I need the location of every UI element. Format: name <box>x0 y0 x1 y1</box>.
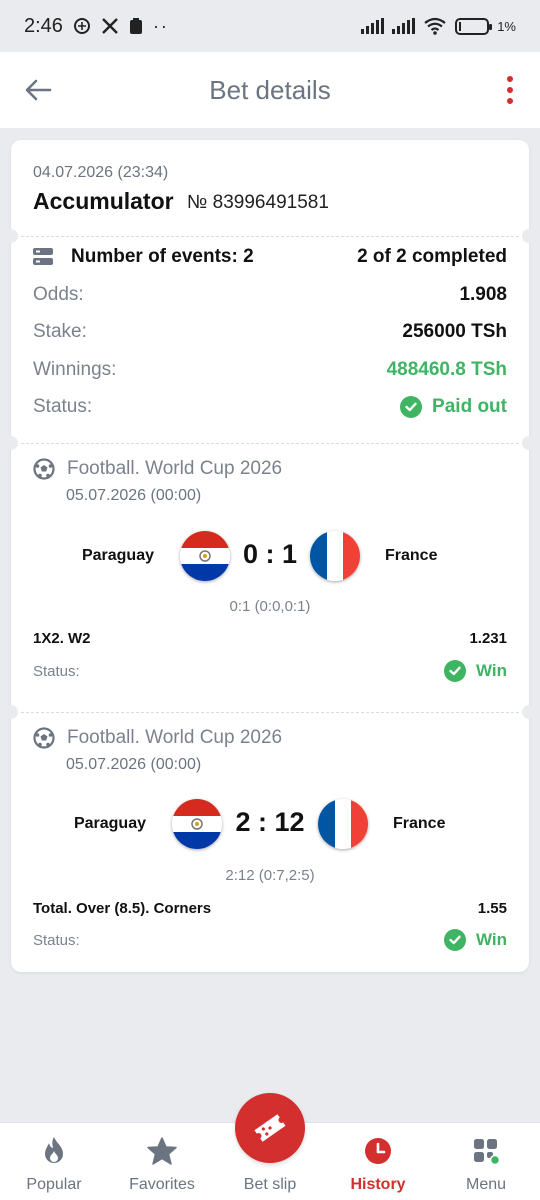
app-header: Bet details <box>0 52 540 128</box>
more-options-icon[interactable] <box>506 76 514 104</box>
stake-label: Stake: <box>33 321 87 342</box>
bet-number: № 83996491581 <box>187 192 329 213</box>
match-scoreline: Paraguay 2 : 12 France <box>11 799 529 851</box>
paraguay-flag-icon <box>180 531 230 581</box>
event-league: Football. World Cup 2026 <box>33 727 282 749</box>
divider <box>21 443 519 444</box>
away-team: France <box>385 547 438 564</box>
back-arrow-icon[interactable] <box>22 74 54 106</box>
market-name: 1X2. W2 <box>33 630 91 647</box>
check-circle-icon <box>443 660 466 682</box>
ticket-notch <box>522 705 536 719</box>
france-flag-icon <box>318 799 368 849</box>
events-count: Number of events: 2 <box>71 246 254 267</box>
nav-favorites[interactable]: Favorites <box>108 1123 216 1200</box>
match-scoreline: Paraguay 0 : 1 France <box>11 531 529 583</box>
soccer-ball-icon <box>33 727 55 749</box>
match-score: 0 : 1 <box>242 539 298 569</box>
status-label: Status: <box>33 396 93 417</box>
wifi-icon <box>424 17 446 35</box>
openai-notification-icon <box>73 18 90 34</box>
divider <box>21 712 519 713</box>
events-list-icon <box>33 248 53 265</box>
nav-popular-label: Popular <box>26 1176 82 1193</box>
nav-menu[interactable]: Menu <box>432 1123 540 1200</box>
more-notifications-icon: ·· <box>152 15 169 36</box>
winnings-value: 488460.8 TSh <box>386 359 507 380</box>
battery-percent: 1% <box>497 18 516 34</box>
battery-icon <box>455 17 493 35</box>
match-score: 2 : 12 <box>235 807 305 837</box>
bet-slip-button[interactable] <box>235 1093 305 1163</box>
home-team: Paraguay <box>81 547 154 564</box>
event-date: 05.07.2026 (00:00) <box>66 487 202 504</box>
nav-bet-slip-label: Bet slip <box>243 1176 297 1193</box>
league-name: Football. World Cup 2026 <box>67 727 283 748</box>
market-row: Total. Over (8.5). Corners 1.55 <box>33 900 507 917</box>
home-team: Paraguay <box>73 815 146 832</box>
page-title: Bet details <box>209 74 331 105</box>
period-scores: 0:1 (0:0,0:1) <box>229 598 311 615</box>
signal-2-icon <box>392 18 416 34</box>
status-bar: 2:46 ·· 1% <box>0 0 540 52</box>
market-row: 1X2. W2 1.231 <box>33 630 507 647</box>
event-status-value: Win <box>475 661 507 680</box>
status-row: Status: Paid out <box>33 396 507 418</box>
ticket-notch <box>4 229 18 243</box>
event-status-label: Status: <box>33 662 80 680</box>
clock-icon <box>362 1135 394 1167</box>
bet-type: Accumulator <box>33 188 174 214</box>
event-status-row: Status: Win <box>33 660 507 682</box>
flame-icon <box>38 1135 70 1167</box>
check-circle-icon <box>443 929 466 951</box>
nav-favorites-label: Favorites <box>129 1176 195 1193</box>
bet-date: 04.07.2026 (23:34) <box>33 164 169 181</box>
winnings-label: Winnings: <box>33 359 117 380</box>
soccer-ball-icon <box>33 458 55 480</box>
ticket-notch <box>522 436 536 450</box>
ticket-notch <box>522 229 536 243</box>
market-odds: 1.55 <box>477 900 507 917</box>
odds-value: 1.908 <box>459 284 507 305</box>
signal-1-icon <box>361 18 385 34</box>
check-circle-icon <box>400 396 423 418</box>
nav-menu-label: Menu <box>465 1176 507 1193</box>
event-status-label: Status: <box>33 931 80 949</box>
event-status-value: Win <box>475 930 507 949</box>
completed-count: 2 of 2 completed <box>357 246 507 267</box>
status-value: Paid out <box>432 396 507 417</box>
event-league: Football. World Cup 2026 <box>33 458 282 480</box>
nav-history-label: History <box>350 1176 406 1193</box>
clock: 2:46 <box>24 14 63 37</box>
away-team: France <box>393 815 446 832</box>
france-flag-icon <box>310 531 360 581</box>
ticket-icon <box>254 1114 286 1142</box>
market-odds: 1.231 <box>469 630 507 647</box>
winnings-row: Winnings: 488460.8 TSh <box>33 359 507 381</box>
event-status-row: Status: Win <box>33 929 507 951</box>
odds-label: Odds: <box>33 284 84 305</box>
divider <box>21 236 519 237</box>
nav-history[interactable]: History <box>324 1123 432 1200</box>
period-scores: 2:12 (0:7,2:5) <box>225 867 315 884</box>
paraguay-flag-icon <box>172 799 222 849</box>
stake-row: Stake: 256000 TSh <box>33 321 507 343</box>
events-summary-row: Number of events: 2 2 of 2 completed <box>33 246 507 268</box>
x-notification-icon <box>102 18 118 34</box>
menu-grid-icon <box>470 1135 502 1167</box>
star-icon <box>146 1135 178 1167</box>
ticket-notch <box>4 436 18 450</box>
event-date: 05.07.2026 (00:00) <box>66 756 202 773</box>
league-name: Football. World Cup 2026 <box>67 458 283 479</box>
bet-details-card: 04.07.2026 (23:34) Accumulator № 8399649… <box>4 140 536 972</box>
stake-value: 256000 TSh <box>402 321 507 342</box>
market-name: Total. Over (8.5). Corners <box>33 900 212 917</box>
ticket-notch <box>4 705 18 719</box>
odds-row: Odds: 1.908 <box>33 284 507 306</box>
clipboard-notification-icon <box>129 18 142 34</box>
nav-popular[interactable]: Popular <box>0 1123 108 1200</box>
